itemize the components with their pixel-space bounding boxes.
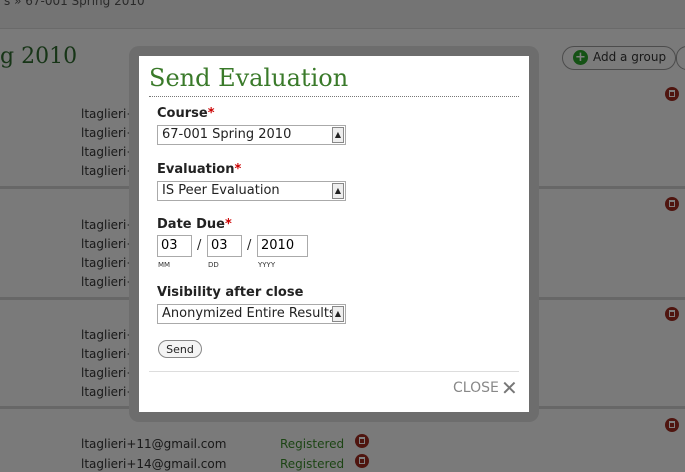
send-evaluation-dialog: Send Evaluation Course* 67-001 Spring 20… (139, 56, 529, 412)
day-hint: DD (208, 261, 219, 269)
visibility-label: Visibility after close (157, 285, 304, 300)
evaluation-select[interactable]: IS Peer Evaluation ▲ (157, 181, 346, 201)
year-hint: YYYY (258, 261, 276, 269)
title-divider (149, 96, 519, 97)
day-field[interactable]: 03 (207, 235, 242, 257)
close-link[interactable]: CLOSE (453, 380, 499, 396)
close-icon[interactable]: ✕ (501, 378, 518, 398)
month-hint: MM (158, 261, 171, 269)
course-select[interactable]: 67-001 Spring 2010 ▲ (157, 125, 346, 145)
date-due-label: Date Due* (157, 217, 232, 232)
chevron-down-icon: ▲ (332, 127, 344, 143)
course-label: Course* (157, 106, 215, 121)
evaluation-label: Evaluation* (157, 162, 242, 177)
visibility-select[interactable]: Anonymized Entire Results ▲ (157, 304, 346, 324)
chevron-down-icon: ▲ (332, 183, 344, 199)
chevron-down-icon: ▲ (332, 306, 344, 322)
footer-divider (149, 371, 519, 372)
send-button[interactable]: Send (158, 340, 202, 358)
date-separator: / (247, 238, 252, 253)
dialog-title: Send Evaluation (149, 64, 349, 92)
year-field[interactable]: 2010 (257, 235, 308, 257)
month-field[interactable]: 03 (157, 235, 192, 257)
date-separator: / (197, 238, 202, 253)
